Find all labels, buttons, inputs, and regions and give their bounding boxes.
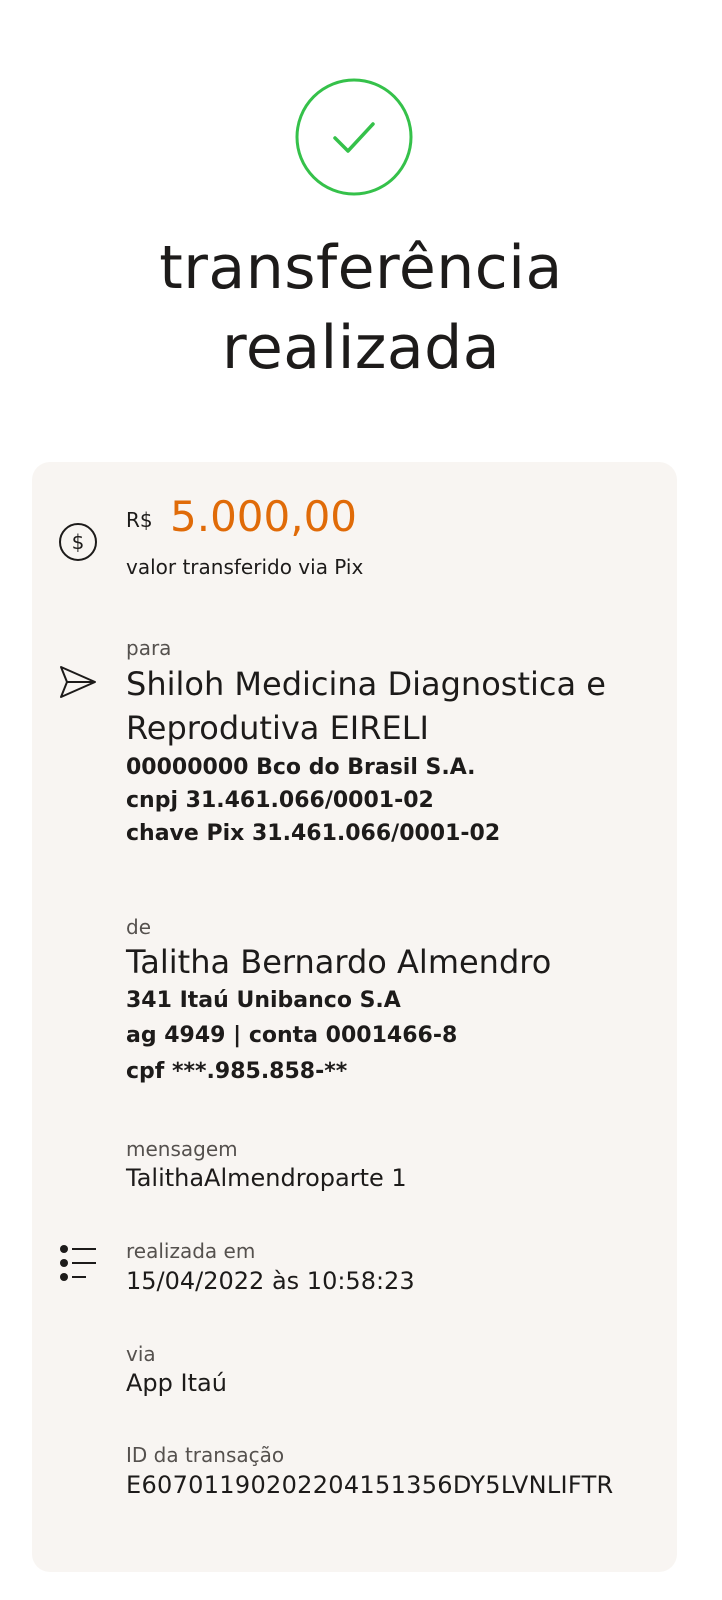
amount-currency: R$	[126, 508, 153, 532]
dollar-circle-icon: $	[56, 520, 100, 564]
page-title: transferência realizada	[0, 228, 722, 388]
list-icon	[56, 1242, 100, 1286]
send-icon	[56, 660, 100, 704]
transaction-id-value[interactable]: E60701190202204151356DY5LVNLIFTR	[126, 1471, 614, 1499]
message-label: mensagem	[126, 1137, 238, 1161]
receipt-card	[32, 462, 677, 1572]
recipient-name-line-2: Reprodutiva EIRELI	[126, 709, 429, 747]
recipient-bank: 00000000 Bco do Brasil S.A.	[126, 755, 476, 780]
transfer-receipt-screen: transferência realizada $ R$ 5.000,00 va…	[0, 0, 722, 1600]
date-label: realizada em	[126, 1239, 256, 1263]
date-value: 15/04/2022 às 10:58:23	[126, 1267, 415, 1295]
recipient-label: para	[126, 636, 172, 660]
via-value: App Itaú	[126, 1369, 227, 1397]
recipient-cnpj: cnpj 31.461.066/0001-02	[126, 788, 434, 813]
recipient-name-line-1: Shiloh Medicina Diagnostica e	[126, 665, 606, 703]
recipient-pix-key: chave Pix 31.461.066/0001-02	[126, 821, 501, 846]
title-line-2: realizada	[222, 313, 500, 383]
message-value: TalithaAlmendroparte 1	[126, 1164, 407, 1192]
sender-label: de	[126, 915, 151, 939]
check-icon	[295, 78, 413, 196]
sender-name: Talitha Bernardo Almendro	[126, 943, 552, 981]
via-label: via	[126, 1342, 156, 1366]
sender-account: ag 4949 | conta 0001466-8	[126, 1023, 458, 1048]
amount-value: 5.000,00	[170, 492, 358, 541]
transaction-id-label: ID da transação	[126, 1443, 285, 1467]
title-line-1: transferência	[159, 233, 563, 303]
sender-cpf: cpf ***.985.858-**	[126, 1059, 348, 1084]
sender-bank: 341 Itaú Unibanco S.A	[126, 988, 401, 1013]
svg-text:$: $	[72, 530, 85, 554]
amount-label: valor transferido via Pix	[126, 555, 364, 579]
